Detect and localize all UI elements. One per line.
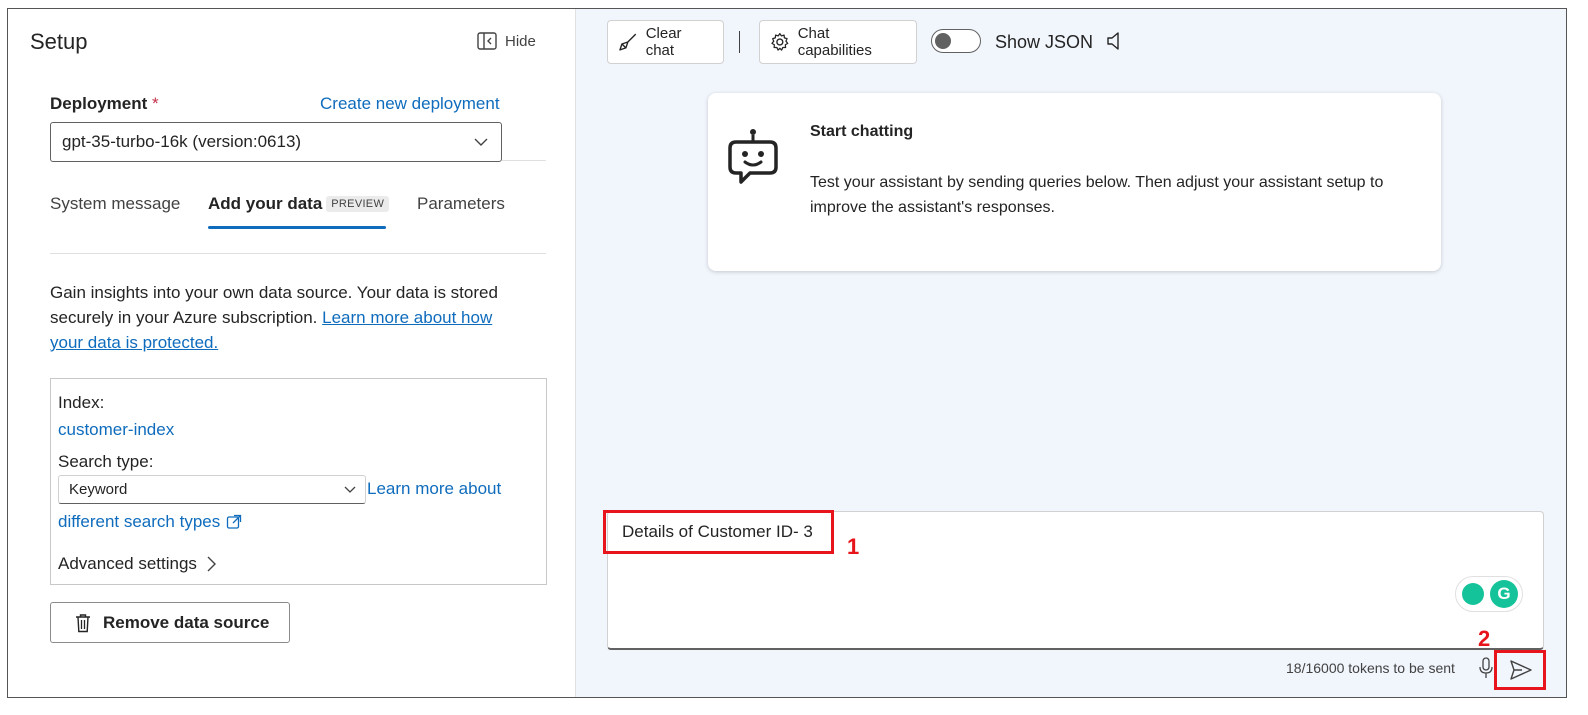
hide-label: Hide	[505, 32, 536, 50]
search-types-link[interactable]: Learn more about	[367, 479, 501, 499]
gear-icon	[771, 32, 789, 51]
preview-badge: PREVIEW	[326, 196, 390, 212]
tabs-divider	[50, 253, 546, 254]
chevron-right-icon	[207, 556, 216, 572]
create-deployment-link[interactable]: Create new deployment	[320, 94, 500, 114]
external-link-icon	[227, 514, 242, 529]
search-types-link-cont[interactable]: different search types	[58, 512, 242, 532]
send-icon	[1510, 660, 1532, 680]
hide-panel-icon	[477, 32, 497, 50]
setup-panel: Setup Hide Deployment * Create new deplo…	[8, 9, 576, 697]
required-mark: *	[152, 94, 159, 113]
chat-capabilities-button[interactable]: Chat capabilities	[759, 20, 917, 64]
show-json-toggle[interactable]	[931, 29, 981, 53]
chevron-down-icon	[474, 138, 488, 146]
setup-title: Setup	[30, 29, 88, 54]
clear-chat-button[interactable]: Clear chat	[607, 20, 724, 64]
index-label: Index:	[58, 393, 105, 412]
grammarly-bulb-icon	[1462, 583, 1484, 605]
chevron-down-icon	[344, 486, 356, 493]
tab-system-message[interactable]: System message	[50, 194, 180, 214]
search-type-label: Search type:	[58, 452, 154, 471]
toggle-knob	[935, 33, 951, 49]
deployment-label: Deployment *	[50, 94, 159, 113]
search-type-value: Keyword	[69, 481, 128, 498]
broom-icon	[619, 33, 637, 51]
chat-input-text[interactable]: Details of Customer ID- 3	[603, 510, 834, 554]
card-text: Test your assistant by sending queries b…	[810, 174, 1384, 216]
data-description: Gain insights into your own data source.…	[50, 283, 498, 352]
tab-add-your-data[interactable]: Add your data PREVIEW	[208, 194, 390, 214]
advanced-settings-toggle[interactable]: Advanced settings	[58, 554, 217, 574]
deployment-value: gpt-35-turbo-16k (version:0613)	[62, 132, 302, 151]
index-link[interactable]: customer-index	[58, 420, 174, 440]
trash-icon	[76, 613, 90, 632]
start-chatting-card: Start chatting Test your assistant by se…	[708, 93, 1441, 271]
hide-button[interactable]: Hide	[477, 32, 536, 50]
deployment-select[interactable]: gpt-35-turbo-16k (version:0613)	[50, 122, 502, 162]
step-1-marker: 1	[847, 534, 860, 559]
divider	[502, 160, 546, 161]
search-type-select[interactable]: Keyword	[58, 475, 366, 504]
data-source-box: Index: customer-index Search type: Keywo…	[50, 378, 547, 585]
app-window: Setup Hide Deployment * Create new deplo…	[7, 8, 1567, 698]
send-button[interactable]	[1494, 650, 1546, 690]
tab-parameters[interactable]: Parameters	[417, 194, 505, 214]
robot-icon	[728, 129, 778, 184]
active-tab-indicator	[208, 226, 386, 229]
remove-data-source-button[interactable]: Remove data source	[50, 602, 290, 643]
grammarly-widget[interactable]: G	[1455, 576, 1523, 612]
step-2-marker: 2	[1478, 626, 1491, 651]
grammarly-icon: G	[1490, 580, 1518, 608]
toolbar-separator	[739, 31, 740, 53]
card-title: Start chatting	[810, 123, 914, 140]
mic-icon[interactable]	[1479, 657, 1493, 679]
speaker-icon[interactable]	[1106, 30, 1124, 52]
token-count: 18/16000 tokens to be sent	[1286, 660, 1455, 676]
show-json-label: Show JSON	[995, 32, 1094, 52]
